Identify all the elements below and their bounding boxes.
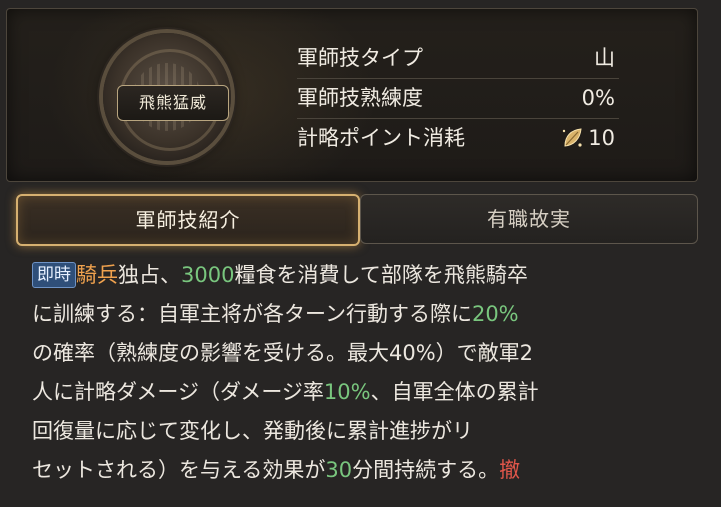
stat-row-type: 軍師技タイプ 山 bbox=[297, 39, 619, 79]
stat-value-type: 山 bbox=[594, 46, 615, 70]
desc-line: 即時 騎兵独占、3000糧食を消費して部隊を飛熊騎卒 bbox=[32, 256, 702, 295]
info-tabs: 軍師技紹介 有職故実 bbox=[16, 194, 698, 246]
desc-segment: 騎兵 bbox=[76, 263, 118, 287]
desc-line: に訓練する：自軍主将が各ターン行動する際に20% bbox=[32, 295, 702, 334]
timing-badge: 即時 bbox=[32, 262, 76, 288]
tab-tactic-intro[interactable]: 軍師技紹介 bbox=[16, 194, 360, 246]
tactic-stats: 軍師技タイプ 山 軍師技熟練度 0% 計略ポイント消耗 10 bbox=[297, 39, 619, 158]
stat-row-cost: 計略ポイント消耗 10 bbox=[297, 119, 619, 158]
desc-segment: に訓練する：自軍主将が各ターン行動する際に bbox=[32, 302, 472, 326]
tab-historical-facts[interactable]: 有職故実 bbox=[360, 194, 698, 244]
stat-row-proficiency: 軍師技熟練度 0% bbox=[297, 79, 619, 119]
desc-segment: 30 bbox=[325, 458, 353, 482]
desc-segment: 20% bbox=[471, 302, 519, 326]
desc-segment: 糧食を消費して部隊を飛熊騎卒 bbox=[234, 263, 528, 287]
desc-segment: 10% bbox=[323, 380, 371, 404]
desc-line: セットされる）を与える効果が30分間持続する。撤 bbox=[32, 451, 702, 490]
desc-segment: 3000 bbox=[181, 263, 235, 287]
desc-segment: 回復量に応じて変化し、発動後に累計進捗がリ bbox=[32, 419, 473, 443]
desc-segment: 分間持続する。 bbox=[352, 458, 500, 482]
desc-segment: の確率（熟練度の影響を受ける。最大40%）で敵軍2 bbox=[32, 341, 534, 365]
leaf-icon bbox=[562, 128, 582, 147]
stat-value-cost: 10 bbox=[588, 126, 615, 150]
tactic-name-plate: 飛熊猛威 bbox=[117, 85, 229, 121]
desc-line: 人に計略ダメージ（ダメージ率10%、自軍全体の累計 bbox=[32, 373, 702, 412]
desc-line: の確率（熟練度の影響を受ける。最大40%）で敵軍2 bbox=[32, 334, 702, 373]
desc-segment: 人に計略ダメージ（ダメージ率 bbox=[32, 380, 324, 404]
tactic-header-panel: ​ 飛熊猛威 軍師技タイプ 山 軍師技熟練度 0% 計略ポイント消耗 10 bbox=[6, 8, 698, 182]
desc-segment: 独占、 bbox=[118, 263, 181, 287]
stat-value-proficiency: 0% bbox=[581, 86, 615, 110]
desc-line: 回復量に応じて変化し、発動後に累計進捗がリ bbox=[32, 412, 702, 451]
tactic-description: 即時 騎兵独占、3000糧食を消費して部隊を飛熊騎卒 に訓練する：自軍主将が各ター… bbox=[32, 256, 702, 490]
stat-label-proficiency: 軍師技熟練度 bbox=[297, 86, 423, 110]
stat-label-cost: 計略ポイント消耗 bbox=[297, 126, 465, 150]
desc-segment: セットされる）を与える効果が bbox=[32, 458, 326, 482]
desc-segment: 、自軍全体の累計 bbox=[370, 380, 539, 404]
desc-segment: 撤 bbox=[499, 458, 521, 482]
stat-label-type: 軍師技タイプ bbox=[297, 46, 423, 70]
